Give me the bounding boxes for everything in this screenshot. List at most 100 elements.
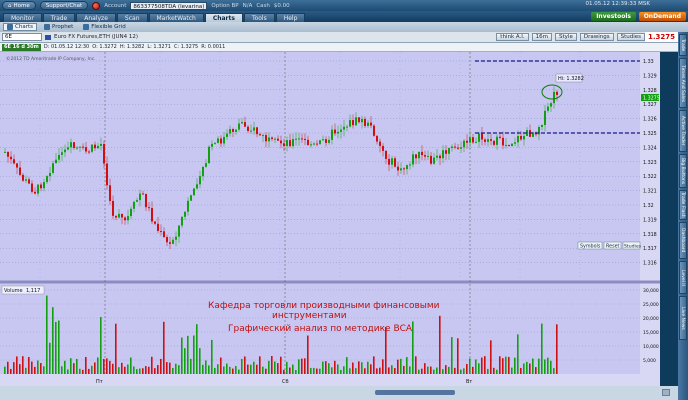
candle-body xyxy=(262,135,264,137)
volume-bar xyxy=(502,358,504,374)
candle-body xyxy=(472,137,474,143)
candle-body xyxy=(301,138,303,140)
cash-label: Cash xyxy=(256,2,270,9)
ondemand-button[interactable]: OnDemand xyxy=(638,12,686,21)
sidebar-tab-level-ii[interactable]: Level II xyxy=(679,261,687,294)
candle-body xyxy=(337,131,339,134)
volume-bar xyxy=(115,323,117,374)
sidebar-tab-trade-grid[interactable]: Trade Grid xyxy=(679,34,687,56)
candle-body xyxy=(121,213,123,218)
drawings-button[interactable]: Drawings xyxy=(579,33,614,41)
volume-bar xyxy=(175,363,177,374)
home-button[interactable]: ⌂ Home xyxy=(2,1,36,10)
volume-bar xyxy=(211,339,213,374)
sidebar-tab-big-buttons[interactable]: Big Buttons xyxy=(679,154,687,188)
candle-body xyxy=(181,216,183,226)
tab-scan[interactable]: Scan xyxy=(116,13,148,22)
volume-bar xyxy=(370,364,372,374)
candle-body xyxy=(94,144,96,149)
scroll-right-button[interactable] xyxy=(662,389,670,396)
alert-icon[interactable] xyxy=(92,1,101,10)
candle-body xyxy=(64,149,66,153)
volume-bar xyxy=(157,365,159,374)
volume-bar xyxy=(259,356,261,374)
sidebar-tab-trade-flash[interactable]: Trade Flash xyxy=(679,190,687,220)
price-tick: 1.329 xyxy=(643,73,657,79)
volume-bar xyxy=(346,357,348,374)
volume-bar xyxy=(442,369,444,374)
volume-bar xyxy=(178,365,180,374)
volume-bar xyxy=(514,357,516,374)
sidebar-tab-active-trader[interactable]: Active Trader xyxy=(679,110,687,152)
candle-body xyxy=(13,159,15,164)
candle-body xyxy=(259,134,261,136)
volume-bar xyxy=(298,359,300,374)
volume-bar xyxy=(475,359,477,374)
candle-body xyxy=(514,142,516,144)
tab-trade[interactable]: Trade xyxy=(42,13,76,22)
candle-body xyxy=(469,137,471,143)
subtab-prophet[interactable]: Prophet xyxy=(41,23,76,31)
scrollbar-thumb[interactable] xyxy=(375,390,455,395)
candle-body xyxy=(109,185,111,201)
volume-bar xyxy=(526,361,528,374)
volume-bar xyxy=(61,366,63,374)
volume-bar xyxy=(355,368,357,374)
chart-area[interactable]: ©2012 TD Ameritrade IP Company, Inc. Hi:… xyxy=(0,52,660,386)
thinkai-button[interactable]: think A.I. xyxy=(496,33,529,41)
candle-body xyxy=(142,193,144,195)
tab-tools[interactable]: Tools xyxy=(243,13,275,22)
studies-button[interactable]: Studies xyxy=(616,33,645,41)
candle-body xyxy=(157,223,159,231)
symbol-input[interactable]: 6E xyxy=(2,33,42,41)
volume-bar xyxy=(118,367,120,374)
style-button[interactable]: Style xyxy=(555,33,577,41)
sidebar-tab-dashboard[interactable]: Dashboard xyxy=(679,222,687,259)
overlay-line-2: инструментами xyxy=(272,311,347,321)
candle-body xyxy=(172,239,174,244)
volume-bar xyxy=(289,367,291,374)
volume-bar xyxy=(91,365,93,374)
support-chat-button[interactable]: Support/Chat xyxy=(39,1,89,10)
tab-help[interactable]: Help xyxy=(275,13,306,22)
candle-body xyxy=(433,157,435,164)
volume-bar xyxy=(202,364,204,374)
volume-bar xyxy=(205,360,207,374)
volume-bar xyxy=(142,368,144,374)
volume-bar xyxy=(16,356,18,374)
sidebar-tab-times-and-sales[interactable]: Times And Sales xyxy=(679,58,687,108)
tab-charts[interactable]: Charts xyxy=(204,13,243,22)
volume-bar xyxy=(403,365,405,374)
candle-body xyxy=(418,151,420,159)
volume-tick: 25,000 xyxy=(643,302,659,308)
volume-bar xyxy=(7,361,9,374)
volume-bar xyxy=(25,367,27,374)
candle-body xyxy=(424,155,426,157)
price-tick: 1.328 xyxy=(643,88,657,94)
candle-body xyxy=(61,152,63,155)
volume-bar xyxy=(136,369,138,374)
tab-marketwatch[interactable]: MarketWatch xyxy=(148,13,204,22)
interval-select[interactable]: 16m xyxy=(531,33,553,41)
tab-monitor[interactable]: Monitor xyxy=(3,13,42,22)
chart-scrollbar[interactable] xyxy=(0,386,678,400)
chart-icon xyxy=(7,24,13,30)
volume-bar xyxy=(181,337,183,374)
tab-analyze[interactable]: Analyze xyxy=(76,13,116,22)
price-tick: 1.319 xyxy=(643,217,657,223)
candle-body xyxy=(46,176,48,183)
candle-body xyxy=(4,151,6,153)
candle-body xyxy=(286,140,288,147)
candle-body xyxy=(55,159,57,164)
subtab-flexible-grid[interactable]: Flexible Grid xyxy=(80,23,128,31)
candle-body xyxy=(436,155,438,158)
chart-canvas[interactable]: ©2012 TD Ameritrade IP Company, Inc. Hi:… xyxy=(0,52,660,386)
account-select[interactable]: 863377508TDA (levarina) xyxy=(130,1,208,10)
candle-body xyxy=(322,139,324,141)
candle-body xyxy=(496,136,498,145)
subtab-charts[interactable]: Charts xyxy=(3,23,37,31)
sidebar-tab-live-news[interactable]: Live News xyxy=(679,296,687,340)
candle-body xyxy=(229,129,231,134)
candle-body xyxy=(85,147,87,152)
investools-button[interactable]: Investools xyxy=(591,12,636,21)
